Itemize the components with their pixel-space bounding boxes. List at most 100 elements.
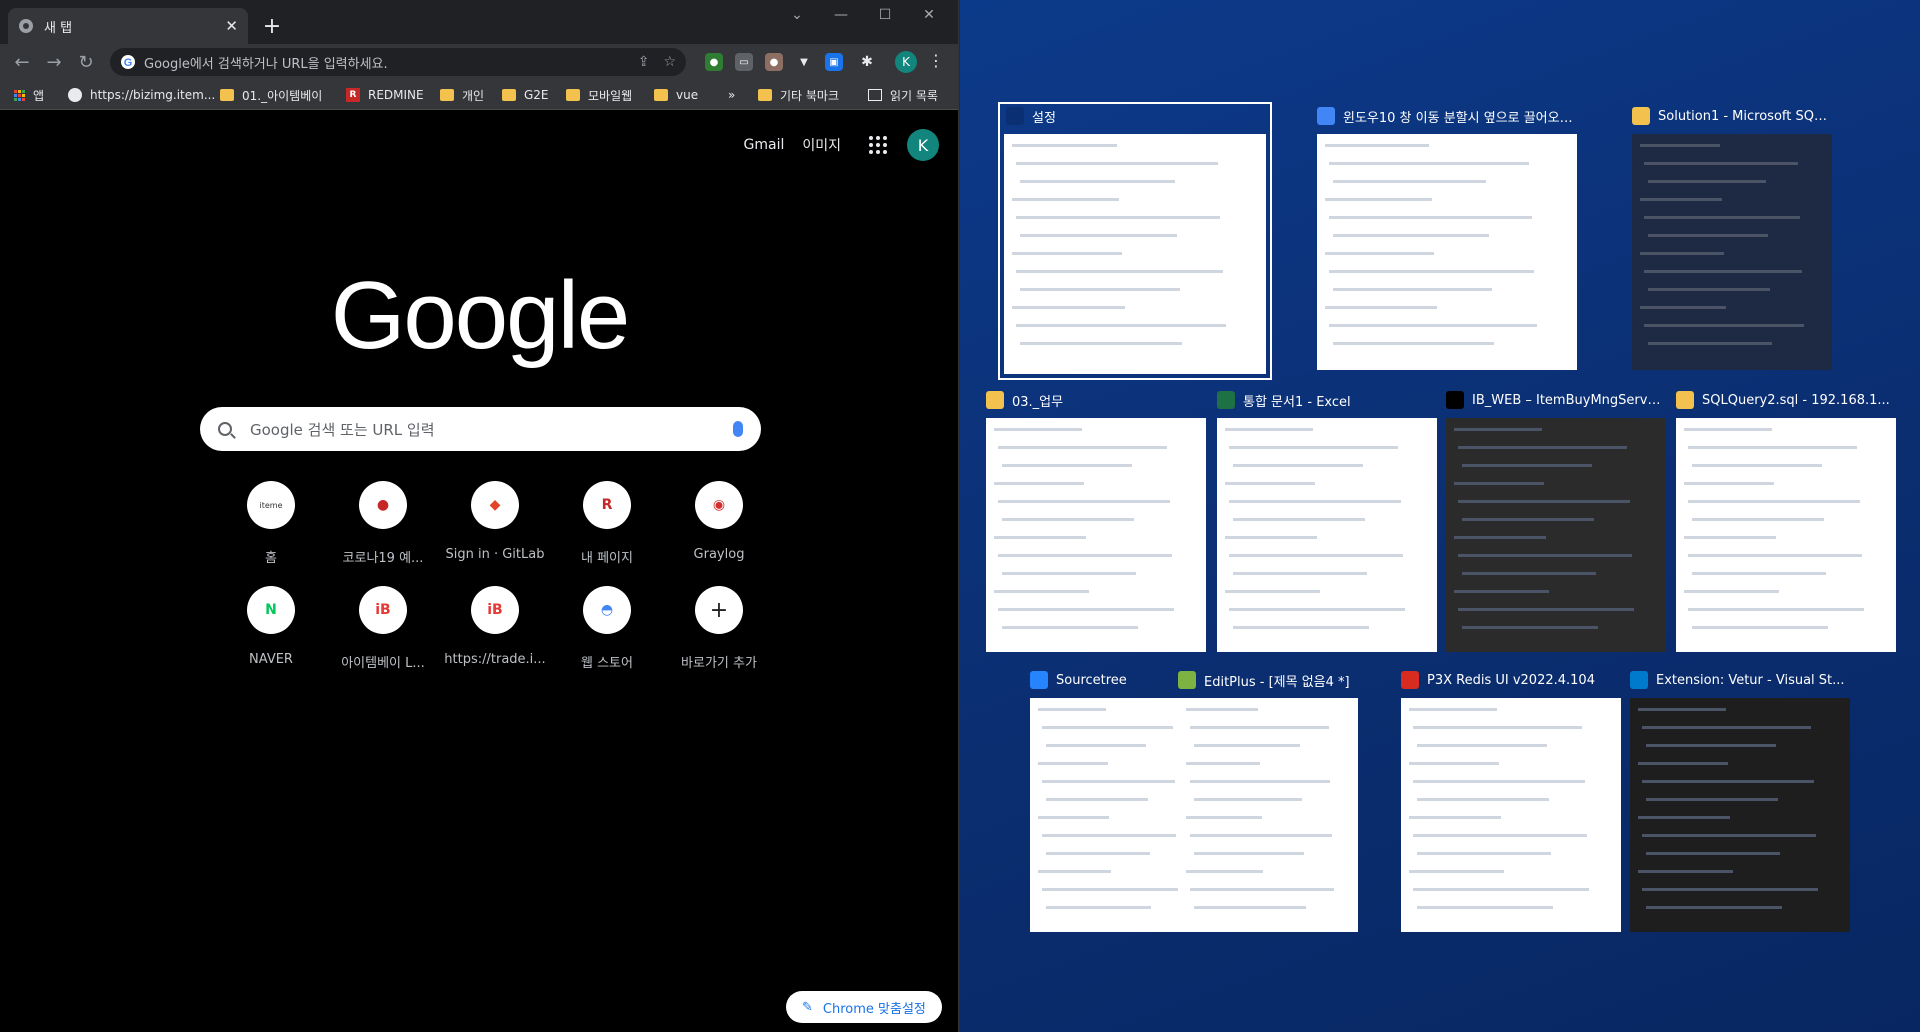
snap-window-thumbnail[interactable]: 설정 [998,102,1272,380]
preview-content-line [1646,798,1778,801]
preview-content-line [994,482,1085,485]
preview-content-line [1325,198,1432,201]
bookmark-vue-folder[interactable]: vue [654,86,698,104]
preview-content-line [1417,906,1554,909]
preview-content-line [1684,428,1772,431]
preview-content-line [1325,144,1429,147]
snap-window-thumbnail[interactable]: P3X Redis UI v2022.4.104 [1401,668,1621,932]
google-apps-icon[interactable] [869,136,887,154]
preview-content-line [1333,234,1489,237]
preview-content-line [1225,428,1313,431]
snap-window-thumbnail[interactable]: IB_WEB – ItemBuyMngServi... [1446,388,1666,652]
snap-window-thumbnail[interactable]: Extension: Vetur - Visual St... [1630,668,1850,932]
ntp-search-box[interactable]: Google 검색 또는 URL 입력 [200,407,761,451]
minimize-icon[interactable]: — [819,0,863,30]
bookmarks-overflow-button[interactable]: » [728,86,735,104]
sql-server-icon [1676,391,1694,409]
share-icon[interactable]: ⇪ [638,54,650,70]
preview-content-line [1233,572,1368,575]
preview-content-line [1462,572,1597,575]
images-link[interactable]: 이미지 [802,135,841,155]
preview-content-line [1225,482,1316,485]
preview-content-line [1229,446,1399,449]
preview-content-line [1186,816,1262,819]
reading-list-button[interactable]: 읽기 목록 [868,86,938,104]
snap-window-header: P3X Redis UI v2022.4.104 [1401,668,1595,692]
profile-avatar[interactable]: K [895,51,917,73]
snap-window-thumbnail[interactable]: Solution1 - Microsoft SQL Serve... [1632,104,1832,370]
preview-content-line [1454,482,1545,485]
shortcut-tile[interactable]: iB https://trade.i... [439,586,551,671]
shortcut-tile[interactable]: ◓ 웹 스토어 [551,586,663,671]
shortcut-tile[interactable]: ◉ Graylog [663,481,775,566]
shortcut-tile[interactable]: iB 아이템베이 L... [327,586,439,671]
new-tab-button[interactable]: + [258,12,286,40]
bookmark-mobileweb-folder[interactable]: 모바일웹 [566,86,632,104]
reload-icon[interactable]: ↻ [74,50,98,74]
preview-content-line [1042,780,1175,783]
gmail-link[interactable]: Gmail [744,137,785,153]
close-tab-icon[interactable]: ✕ [225,17,238,35]
extension-blue-icon[interactable]: ▣ [825,53,843,71]
vuejs-devtools-icon[interactable]: ▼ [795,53,813,71]
shortcut-label: 코로나19 예... [342,551,424,566]
preview-content-line [1329,270,1535,273]
bookmark-personal-folder[interactable]: 개인 [440,86,484,104]
preview-content-line [1333,180,1487,183]
shortcut-tile[interactable]: R 내 페이지 [551,481,663,566]
tab-new-tab[interactable]: 새 탭 ✕ [8,8,248,44]
shortcut-tile[interactable]: N NAVER [215,586,327,671]
new-tab-page: Gmail 이미지 K Google Google 검색 또는 URL 입력 i… [0,111,958,1032]
chrome-icon [1317,107,1335,125]
close-window-icon[interactable]: ✕ [907,0,951,30]
maximize-icon[interactable]: ☐ [863,0,907,30]
extension-window-icon[interactable]: ▭ [735,53,753,71]
menu-kebab-icon[interactable]: ⋮ [928,51,944,70]
shortcut-favicon: iB [359,586,407,634]
preview-content-line [1186,762,1260,765]
snap-window-thumbnail[interactable]: 윈도우10 창 이동 분할시 옆으로 끌어오는... [1317,104,1577,370]
snap-window-thumbnail[interactable]: 통합 문서1 - Excel [1217,388,1437,652]
snap-window-preview [1217,418,1437,652]
snap-window-thumbnail[interactable]: 03._업무 [986,388,1206,652]
snap-window-preview [1317,134,1577,370]
cookie-icon[interactable]: ● [765,53,783,71]
microphone-icon[interactable] [733,421,743,437]
bookmark-star-icon[interactable]: ☆ [663,54,676,70]
tab-search-icon[interactable]: ⌄ [775,0,819,30]
shortcut-tile[interactable]: ● 코로나19 예... [327,481,439,566]
preview-content-line [1329,324,1537,327]
extension-green-icon[interactable]: ● [705,53,723,71]
shortcut-tile[interactable]: + 바로가기 추가 [663,586,775,671]
preview-content-line [1042,726,1173,729]
preview-content-line [1638,762,1729,765]
bookmark-itembay-folder[interactable]: 01._아이템베이 [220,86,322,104]
bookmark-g2e-folder[interactable]: G2E [502,86,549,104]
customize-chrome-button[interactable]: ✎ Chrome 맞춤설정 [786,991,942,1023]
puzzle-extensions-icon[interactable]: ✱ [858,53,876,71]
bookmark-redmine[interactable]: R REDMINE [346,86,424,104]
preview-content-line [1458,446,1628,449]
preview-content-line [998,446,1168,449]
preview-content-line [1046,852,1150,855]
shortcut-tile[interactable]: ◆ Sign in · GitLab [439,481,551,566]
shortcut-tile[interactable]: iteme 홈 [215,481,327,566]
omnibox[interactable]: G Google에서 검색하거나 URL을 입력하세요. ⇪ ☆ [110,48,686,76]
forward-icon[interactable]: → [42,50,66,74]
bookmark-apps[interactable]: 앱 [14,86,44,104]
snap-window-thumbnail[interactable]: EditPlus - [제목 없음4 *] [1178,668,1358,932]
shortcut-label: NAVER [249,652,293,667]
back-icon[interactable]: ← [10,50,34,74]
preview-content-line [1020,234,1178,237]
preview-content-line [1229,608,1405,611]
account-avatar[interactable]: K [907,129,939,161]
preview-content-line [1233,626,1370,629]
preview-content-line [1190,834,1333,837]
snap-window-title: 03._업무 [1012,394,1064,410]
preview-content-line [1002,572,1137,575]
bookmark-bizimg[interactable]: https://bizimg.item... [68,86,215,104]
snap-window-thumbnail[interactable]: Sourcetree [1030,668,1200,932]
preview-content-line [1454,590,1549,593]
snap-window-thumbnail[interactable]: SQLQuery2.sql - 192.168.1... [1676,388,1896,652]
other-bookmarks-folder[interactable]: 기타 북마크 [758,86,839,104]
